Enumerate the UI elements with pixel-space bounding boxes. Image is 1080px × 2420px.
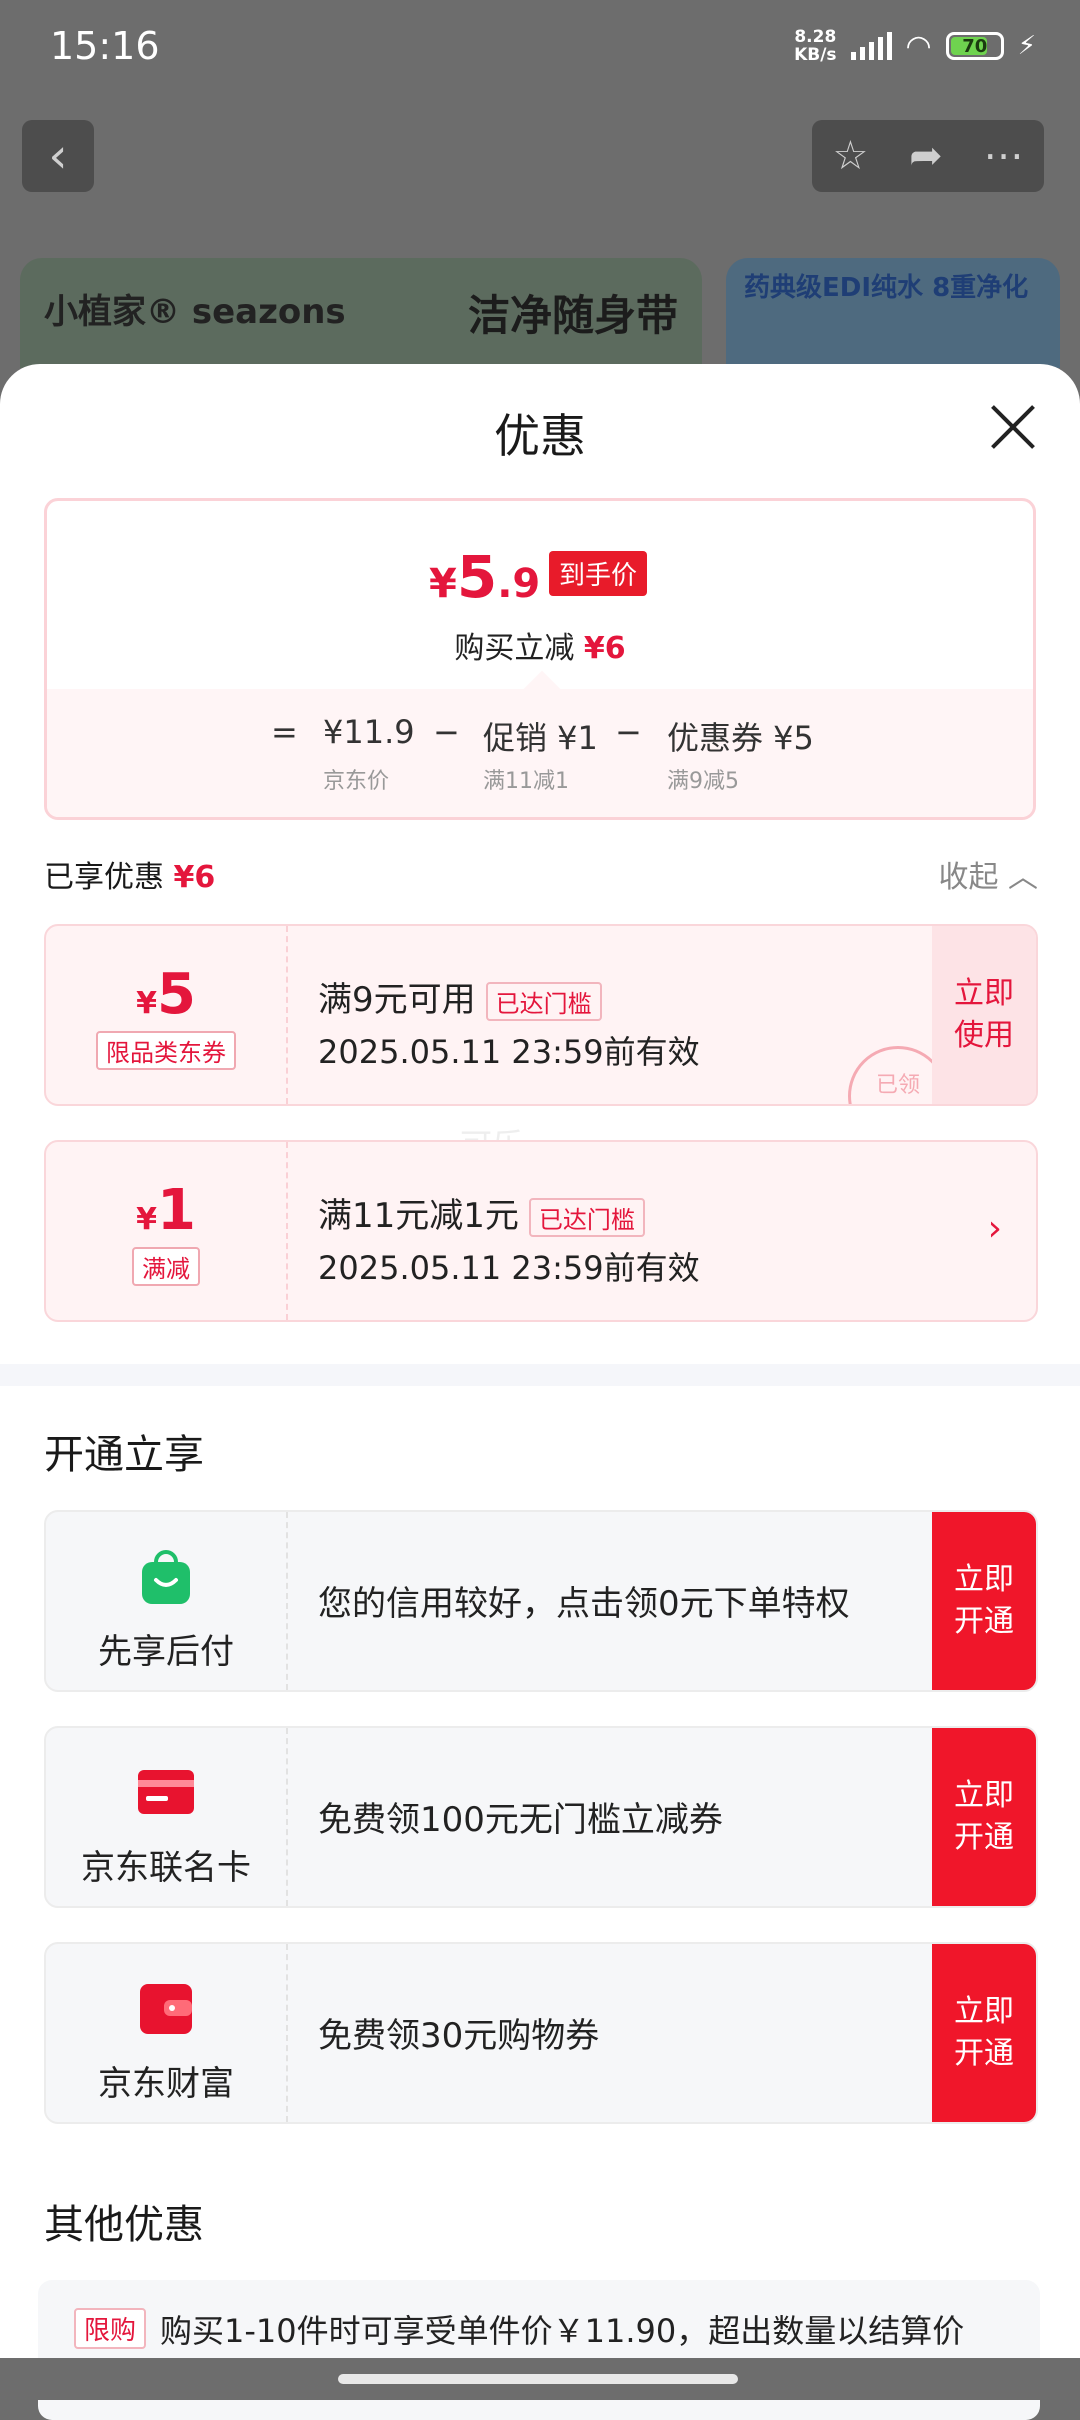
- calc-op: −: [433, 713, 460, 751]
- calc-op: −: [615, 713, 642, 751]
- limit-tag: 限购: [74, 2308, 147, 2349]
- close-icon[interactable]: [988, 402, 1038, 452]
- network-speed: 8.28 KB/s: [794, 27, 837, 65]
- back-button[interactable]: ‹: [22, 120, 94, 192]
- threshold-badge: 已达门槛: [485, 982, 602, 1021]
- coupon-type: 满减: [132, 1247, 200, 1286]
- other-discount-text: 购买1-10件时可享受单件价￥11.90，超出数量以结算价: [160, 2312, 965, 2350]
- sheet-title: 优惠: [494, 409, 586, 463]
- service-name: 先享后付: [98, 1632, 234, 1672]
- open-now-button[interactable]: 立即 开通: [932, 1944, 1036, 2122]
- enjoyed-discount: 已享优惠 ¥6: [44, 860, 216, 895]
- calc-sub: 满11减1: [483, 769, 569, 794]
- calc-op: =: [271, 713, 298, 751]
- coupon-type: 限品类东券: [96, 1031, 236, 1070]
- signal-icon: [850, 32, 892, 60]
- wallet-icon: [140, 1984, 192, 2034]
- calc-sub: 京东价: [323, 769, 390, 794]
- gesture-bar: [0, 2358, 1080, 2400]
- status-icons: 8.28 KB/s ◠ 70 ⚡: [794, 28, 1036, 64]
- wifi-icon: ◠: [905, 28, 932, 64]
- open-now-button[interactable]: 立即 开通: [932, 1728, 1036, 1906]
- battery-icon: 70: [945, 32, 1004, 60]
- page-nav: ‹ ☆ ➦ ⋯: [0, 120, 1080, 192]
- open-section-title: 开通立享: [44, 1432, 204, 1478]
- status-time: 15:16: [50, 24, 160, 68]
- open-now-button[interactable]: 立即 开通: [932, 1512, 1036, 1690]
- service-desc: 免费领100元无门槛立减券: [318, 1800, 723, 1840]
- chevron-up-icon: ︿: [1008, 860, 1038, 895]
- coupon-validity: 2025.05.11 23:59前有效: [318, 1033, 700, 1071]
- coupon-card[interactable]: ¥1 满减 满11元减1元 已达门槛 2025.05.11 23:59前有效 ›: [44, 1140, 1038, 1322]
- banner-brand: 小植家® seazons: [44, 292, 346, 332]
- card-icon: [138, 1770, 194, 1814]
- star-icon[interactable]: ☆: [832, 133, 868, 179]
- coupon-amount: ¥5: [136, 962, 196, 1027]
- service-card[interactable]: 京东联名卡 免费领100元无门槛立减券 立即 开通: [44, 1726, 1038, 1908]
- banner-slogan: 洁净随身带: [467, 291, 678, 340]
- other-section-title: 其他优惠: [44, 2202, 204, 2248]
- service-name: 京东联名卡: [81, 1848, 251, 1888]
- share-icon[interactable]: ➦: [909, 133, 943, 179]
- coupon-card[interactable]: ¥5 限品类东券 满9元可用 已达门槛 2025.05.11 23:59前有效 已…: [44, 924, 1038, 1106]
- threshold-badge: 已达门槛: [528, 1198, 645, 1237]
- calc-sub: 满9减5: [667, 769, 739, 794]
- final-price: ¥5.9: [429, 543, 541, 611]
- section-divider: [0, 1364, 1080, 1386]
- product-banner: 小植家® seazons 洁净随身带: [20, 258, 702, 368]
- collapse-button[interactable]: 收起 ︿: [938, 852, 1038, 896]
- discount-sheet: 优惠 ¥5.9 到手价 购买立减 ¥6 = ¥11.9 京东价 − 促销 ¥1 …: [0, 364, 1080, 2420]
- chevron-left-icon: ‹: [48, 128, 68, 184]
- chevron-right-icon[interactable]: ›: [988, 1208, 1002, 1249]
- service-desc: 免费领30元购物券: [318, 2016, 600, 2056]
- reduce-line: 购买立减 ¥6: [454, 631, 626, 666]
- more-icon[interactable]: ⋯: [984, 133, 1024, 179]
- price-summary: ¥5.9 到手价 购买立减 ¥6 = ¥11.9 京东价 − 促销 ¥1 满11…: [44, 498, 1036, 820]
- bag-icon: [142, 1550, 190, 1604]
- service-desc: 您的信用较好，点击领0元下单特权: [318, 1584, 850, 1624]
- coupon-title: 满11元减1元: [318, 1196, 519, 1236]
- price-breakdown: = ¥11.9 京东价 − 促销 ¥1 满11减1 − 优惠券 ¥5 满9减5: [47, 689, 1033, 817]
- calc-value: ¥11.9: [323, 713, 415, 751]
- calc-value: 促销 ¥1: [483, 719, 598, 757]
- home-indicator[interactable]: [338, 2374, 738, 2384]
- action-group: ☆ ➦ ⋯: [812, 120, 1044, 192]
- coupon-validity: 2025.05.11 23:59前有效: [318, 1249, 700, 1287]
- service-name: 京东财富: [98, 2064, 234, 2104]
- service-card[interactable]: 京东财富 免费领30元购物券 立即 开通: [44, 1942, 1038, 2124]
- coupon-amount: ¥1: [136, 1178, 196, 1243]
- product-banner-secondary: 药典级EDI纯水 8重净化: [726, 258, 1060, 368]
- banner-text: 药典级EDI纯水 8重净化: [744, 273, 1029, 303]
- status-bar: 15:16 8.28 KB/s ◠ 70 ⚡: [0, 0, 1080, 92]
- use-now-button[interactable]: 立即 使用: [932, 926, 1036, 1104]
- service-card[interactable]: 先享后付 您的信用较好，点击领0元下单特权 立即 开通: [44, 1510, 1038, 1692]
- final-price-tag: 到手价: [549, 551, 648, 596]
- coupon-title: 满9元可用: [318, 980, 476, 1020]
- calc-value: 优惠券 ¥5: [667, 719, 814, 757]
- charging-icon: ⚡: [1017, 31, 1036, 61]
